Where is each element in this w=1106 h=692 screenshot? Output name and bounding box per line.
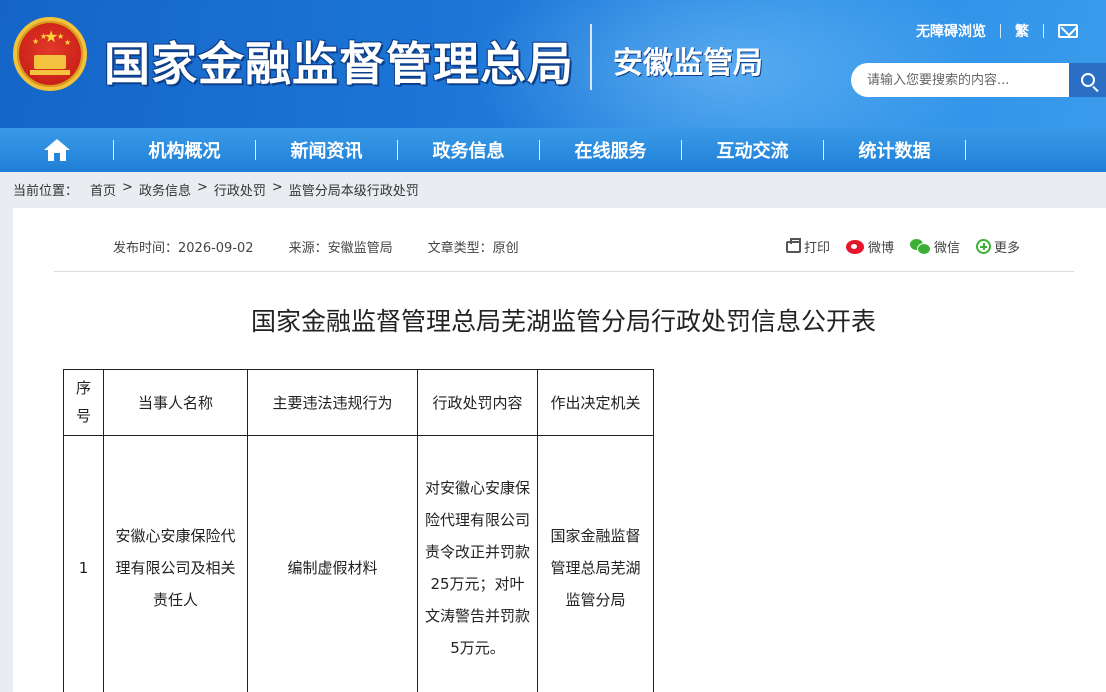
breadcrumb-government-info[interactable]: 政务信息: [139, 180, 191, 199]
nav-item-about[interactable]: 机构概况: [114, 137, 255, 163]
breadcrumb-separator: >: [122, 180, 133, 195]
header-penalty: 行政处罚内容: [417, 369, 538, 436]
plus-icon: [976, 239, 992, 254]
cell-number: 1: [63, 435, 104, 692]
print-label: 打印: [804, 241, 831, 256]
top-link-divider: [1043, 24, 1044, 38]
breadcrumb-home[interactable]: 首页: [90, 180, 116, 199]
table-row: 1 安徽心安康保险代理有限公司及相关责任人 编制虚假材料 对安徽心安康保险代理有…: [63, 435, 654, 692]
article-source: 来源：安徽监管局: [288, 241, 393, 256]
header-authority: 作出决定机关: [537, 369, 654, 436]
publish-time: 发布时间：2026-09-02: [113, 241, 254, 256]
nav-item-government-info[interactable]: 政务信息: [398, 137, 539, 163]
cell-party: 安徽心安康保险代理有限公司及相关责任人: [103, 435, 248, 692]
header-violation: 主要违法违规行为: [247, 369, 418, 436]
article-meta: 发布时间：2026-09-02 来源：安徽监管局 文章类型：原创: [113, 237, 554, 256]
header-number: 序号: [63, 369, 104, 436]
title-divider: [590, 24, 592, 90]
table-header-row: 序号 当事人名称 主要违法违规行为 行政处罚内容 作出决定机关: [63, 369, 654, 436]
traditional-chinese-link[interactable]: 繁: [1015, 21, 1029, 41]
nav-item-statistics[interactable]: 统计数据: [824, 137, 965, 163]
breadcrumb-current[interactable]: 监管分局本级行政处罚: [289, 180, 419, 199]
search-input[interactable]: [851, 65, 1069, 95]
weibo-icon: [846, 239, 865, 254]
nav-divider: [965, 140, 966, 160]
search-icon: [1080, 73, 1095, 87]
share-bar: 打印 微博 微信 更多: [786, 237, 1020, 256]
more-label: 更多: [994, 241, 1021, 256]
search-box: [851, 63, 1106, 97]
site-header: ★ ★ ★ ★ ★ 国家金融监督管理总局 安徽监管局 无障碍浏览 繁: [0, 0, 1106, 128]
weibo-share-button[interactable]: 微博: [846, 237, 894, 256]
wechat-share-button[interactable]: 微信: [910, 237, 960, 256]
cell-penalty: 对安徽心安康保险代理有限公司责令改正并罚款25万元；对叶文涛警告并罚款5万元。: [417, 435, 538, 692]
mail-icon[interactable]: [1058, 24, 1078, 38]
page-title: 国家金融监督管理总局芜湖监管分局行政处罚信息公开表: [250, 307, 876, 336]
national-emblem-icon: ★ ★ ★ ★ ★: [13, 17, 87, 91]
header-number-label: 序号: [75, 378, 91, 425]
header-party: 当事人名称: [103, 369, 248, 436]
sub-title[interactable]: 安徽监管局: [613, 38, 763, 82]
breadcrumb-separator: >: [271, 180, 283, 195]
article-card: 发布时间：2026-09-02 来源：安徽监管局 文章类型：原创 打印 微博 微…: [13, 208, 1106, 692]
article-type: 文章类型：原创: [427, 241, 519, 256]
breadcrumb: 当前位置： 首页 > 政务信息 > 行政处罚 > 监管分局本级行政处罚: [13, 180, 419, 199]
nav-home[interactable]: [0, 128, 113, 172]
print-button[interactable]: 打印: [786, 237, 830, 256]
main-nav: 机构概况 新闻资讯 政务信息 在线服务 互动交流 统计数据: [0, 128, 1106, 172]
site-title[interactable]: 国家金融监督管理总局: [104, 28, 574, 94]
cell-authority: 国家金融监督管理总局芜湖监管分局: [537, 435, 654, 692]
accessibility-link[interactable]: 无障碍浏览: [916, 21, 986, 41]
weibo-label: 微博: [868, 241, 895, 256]
nav-item-news[interactable]: 新闻资讯: [256, 137, 397, 163]
breadcrumb-label: 当前位置：: [13, 184, 79, 199]
nav-item-online-services[interactable]: 在线服务: [540, 137, 681, 163]
printer-icon: [786, 237, 801, 253]
search-button[interactable]: [1069, 63, 1106, 97]
nav-item-interaction[interactable]: 互动交流: [682, 137, 823, 163]
cell-violation: 编制虚假材料: [247, 435, 418, 692]
breadcrumb-administrative-penalty[interactable]: 行政处罚: [214, 180, 266, 199]
wechat-label: 微信: [934, 241, 961, 256]
top-link-divider: [1000, 24, 1001, 38]
more-share-button[interactable]: 更多: [976, 237, 1020, 256]
divider: [54, 271, 1074, 272]
wechat-icon: [910, 239, 932, 255]
breadcrumb-separator: >: [196, 180, 208, 195]
home-icon: [43, 139, 70, 161]
top-links: 无障碍浏览 繁: [916, 21, 1078, 41]
penalty-table: 序号 当事人名称 主要违法违规行为 行政处罚内容 作出决定机关 1 安徽心安康保…: [63, 369, 654, 692]
